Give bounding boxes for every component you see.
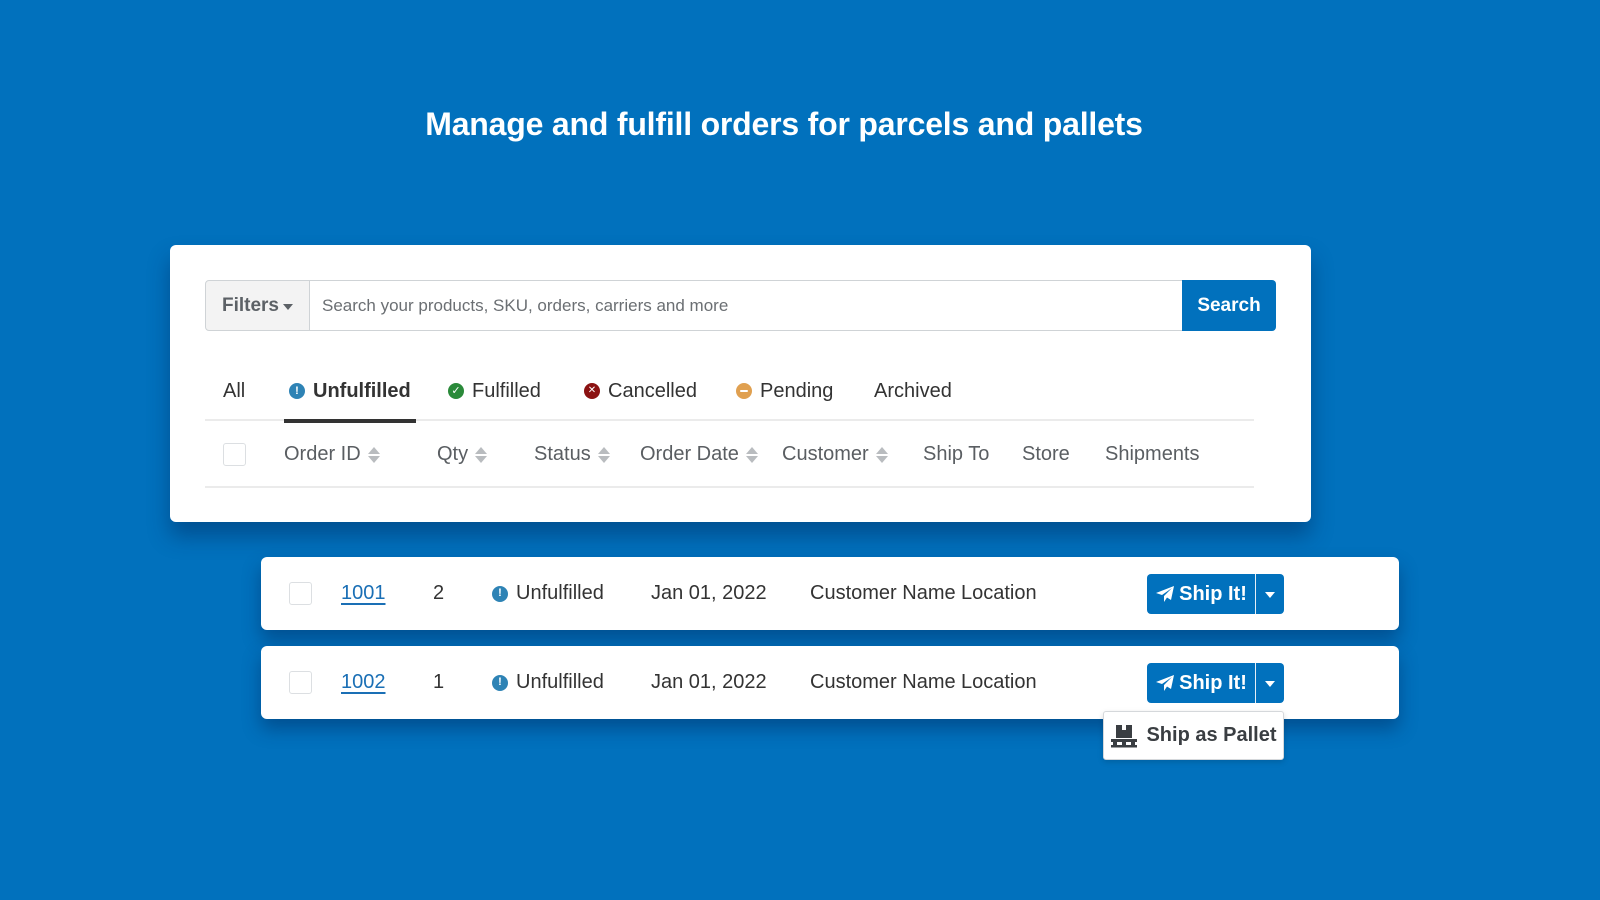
ship-options-toggle[interactable]: [1255, 663, 1284, 703]
tab-cancelled[interactable]: ✕ Cancelled: [584, 365, 697, 421]
column-label: Order ID: [284, 443, 361, 465]
order-status: ! Unfulfilled: [492, 646, 604, 719]
exclamation-circle-icon: !: [492, 585, 508, 602]
order-qty: 2: [433, 582, 445, 604]
status-tabs: All ! Unfulfilled ✓ Fulfilled ✕ Cancelle…: [205, 365, 1254, 423]
exclamation-circle-icon: !: [289, 383, 305, 399]
row-checkbox[interactable]: [289, 582, 312, 605]
column-qty[interactable]: Qty: [437, 421, 488, 488]
column-label: Order Date: [640, 443, 739, 465]
table-header: Order ID Qty Status Order Date Customer …: [205, 421, 1254, 488]
column-label: Qty: [437, 443, 469, 465]
column-shipments: Shipments: [1105, 421, 1200, 488]
filters-button[interactable]: Filters: [205, 280, 310, 331]
tab-label: Archived: [874, 379, 952, 402]
order-status: ! Unfulfilled: [492, 557, 604, 630]
tab-label: All: [223, 379, 246, 402]
menu-item-label: Ship as Pallet: [1146, 724, 1277, 746]
order-date: Jan 01, 2022: [651, 671, 767, 693]
column-label: Customer: [782, 443, 869, 465]
caret-down-icon: [1265, 681, 1275, 687]
tab-archived[interactable]: Archived: [874, 365, 952, 421]
search-button[interactable]: Search: [1182, 280, 1276, 331]
column-label: Ship To: [923, 443, 990, 465]
sort-icon[interactable]: [475, 446, 488, 463]
tab-label: Cancelled: [608, 379, 697, 402]
row-checkbox[interactable]: [289, 671, 312, 694]
check-circle-icon: ✓: [448, 383, 464, 399]
ship-it-split-button: Ship It!: [1147, 663, 1284, 703]
status-label: Unfulfilled: [516, 582, 604, 604]
ship-as-pallet-menu-item[interactable]: Ship as Pallet: [1103, 711, 1284, 760]
column-customer[interactable]: Customer: [782, 421, 888, 488]
tab-fulfilled[interactable]: ✓ Fulfilled: [448, 365, 541, 421]
paper-plane-icon: [1156, 586, 1175, 602]
x-circle-icon: ✕: [584, 383, 600, 399]
tab-unfulfilled[interactable]: ! Unfulfilled: [284, 365, 416, 423]
sort-icon[interactable]: [367, 446, 380, 463]
paper-plane-icon: [1156, 675, 1175, 691]
exclamation-circle-icon: !: [492, 674, 508, 691]
column-label: Status: [534, 443, 591, 465]
sort-icon[interactable]: [597, 446, 610, 463]
ship-to: Location: [961, 582, 1037, 604]
order-date: Jan 01, 2022: [651, 582, 767, 604]
order-id-link[interactable]: 1002: [341, 671, 386, 694]
column-store: Store: [1022, 421, 1070, 488]
table-row: 1002 1 ! Unfulfilled Jan 01, 2022 Custom…: [261, 646, 1399, 719]
table-row: 1001 2 ! Unfulfilled Jan 01, 2022 Custom…: [261, 557, 1399, 630]
ship-it-split-button: Ship It!: [1147, 574, 1284, 614]
tab-label: Unfulfilled: [313, 379, 411, 402]
column-order-id[interactable]: Order ID: [284, 421, 380, 488]
ship-it-button[interactable]: Ship It!: [1147, 574, 1255, 614]
sort-icon[interactable]: [875, 446, 888, 463]
order-id-link[interactable]: 1001: [341, 582, 386, 605]
ship-it-label: Ship It!: [1179, 671, 1247, 694]
status-label: Unfulfilled: [516, 671, 604, 693]
column-status[interactable]: Status: [534, 421, 610, 488]
ship-it-label: Ship It!: [1179, 582, 1247, 605]
sort-icon[interactable]: [745, 446, 758, 463]
pallet-icon: [1111, 724, 1138, 747]
tab-pending[interactable]: Pending: [736, 365, 833, 421]
search-bar: Filters Search: [205, 280, 1276, 331]
customer-name: Customer Name: [810, 582, 956, 604]
ship-it-button[interactable]: Ship It!: [1147, 663, 1255, 703]
orders-panel: Filters Search All ! Unfulfilled ✓ Fulfi…: [170, 245, 1311, 522]
caret-down-icon: [1265, 592, 1275, 598]
tab-label: Fulfilled: [472, 379, 541, 402]
column-label: Shipments: [1105, 443, 1200, 465]
ship-options-toggle[interactable]: [1255, 574, 1284, 614]
page-headline: Manage and fulfill orders for parcels an…: [425, 106, 1143, 142]
minus-circle-icon: [736, 383, 752, 399]
customer-name: Customer Name: [810, 671, 956, 693]
tab-label: Pending: [760, 379, 834, 402]
column-order-date[interactable]: Order Date: [640, 421, 758, 488]
column-ship-to: Ship To: [923, 421, 989, 488]
tab-all[interactable]: All: [223, 365, 245, 421]
select-all-checkbox[interactable]: [223, 443, 246, 466]
filters-label: Filters: [221, 294, 280, 316]
search-input[interactable]: [310, 280, 1182, 331]
ship-to: Location: [961, 671, 1037, 693]
order-qty: 1: [433, 671, 445, 693]
caret-down-icon: [283, 304, 294, 310]
column-label: Store: [1022, 443, 1070, 465]
